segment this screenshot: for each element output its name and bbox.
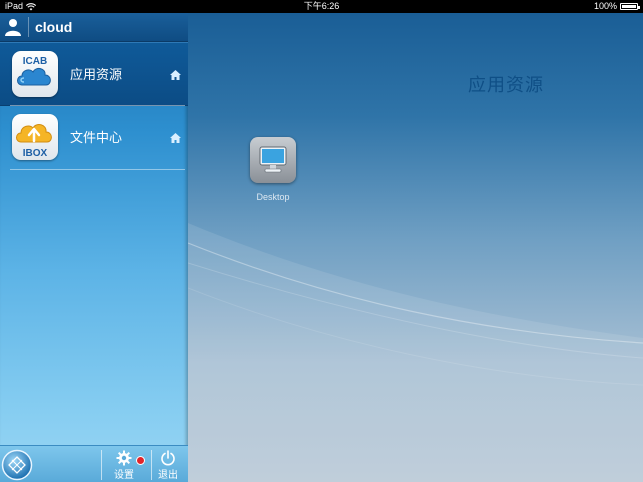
status-time: 下午6:26: [303, 1, 340, 11]
bottom-toolbar: 设置 退出: [0, 445, 188, 482]
settings-button[interactable]: 设置: [104, 448, 144, 482]
gear-icon: [116, 450, 132, 466]
sidebar-header: cloud: [0, 13, 188, 42]
sidebar-divider: [10, 169, 185, 170]
battery-icon: [620, 3, 640, 10]
toolbar-divider: [101, 450, 102, 480]
home-icon: [170, 133, 181, 143]
battery-percent: 100%: [593, 1, 617, 11]
logout-label: 退出: [158, 470, 178, 481]
user-icon[interactable]: [3, 17, 23, 37]
main-content: 应用资源 Desktop: [188, 13, 643, 482]
sidebar-item-label: 应用资源: [70, 67, 123, 82]
sidebar-item-label: 文件中心: [70, 130, 123, 145]
sidebar-item-files[interactable]: IBOX 文件中心: [0, 106, 188, 170]
notification-dot: [136, 456, 145, 465]
status-bar: iPad 下午6:26 100%: [0, 0, 643, 13]
sidebar: cloud ICAB 应用资源 IBOX 文件中心 设置 退出: [0, 13, 188, 482]
desktop-app-button[interactable]: [250, 137, 296, 183]
svg-text:IBOX: IBOX: [23, 148, 48, 159]
desktop-app-label: Desktop: [256, 192, 290, 202]
home-orb-icon[interactable]: [1, 449, 33, 481]
logout-button[interactable]: 退出: [148, 448, 188, 482]
page-title: 应用资源: [468, 75, 544, 95]
status-right: 100%: [593, 0, 640, 13]
power-icon: [161, 450, 175, 466]
background-wave: [188, 223, 643, 482]
header-divider: [28, 17, 29, 37]
sidebar-item-apps[interactable]: ICAB 应用资源: [0, 42, 188, 106]
cloud-icon: ICAB: [12, 51, 58, 97]
home-icon: [170, 70, 181, 80]
svg-text:ICAB: ICAB: [23, 56, 47, 67]
settings-label: 设置: [114, 470, 134, 481]
monitor-icon: [259, 146, 287, 173]
cloud-upload-icon: IBOX: [12, 114, 58, 160]
sidebar-title: cloud: [35, 19, 73, 35]
